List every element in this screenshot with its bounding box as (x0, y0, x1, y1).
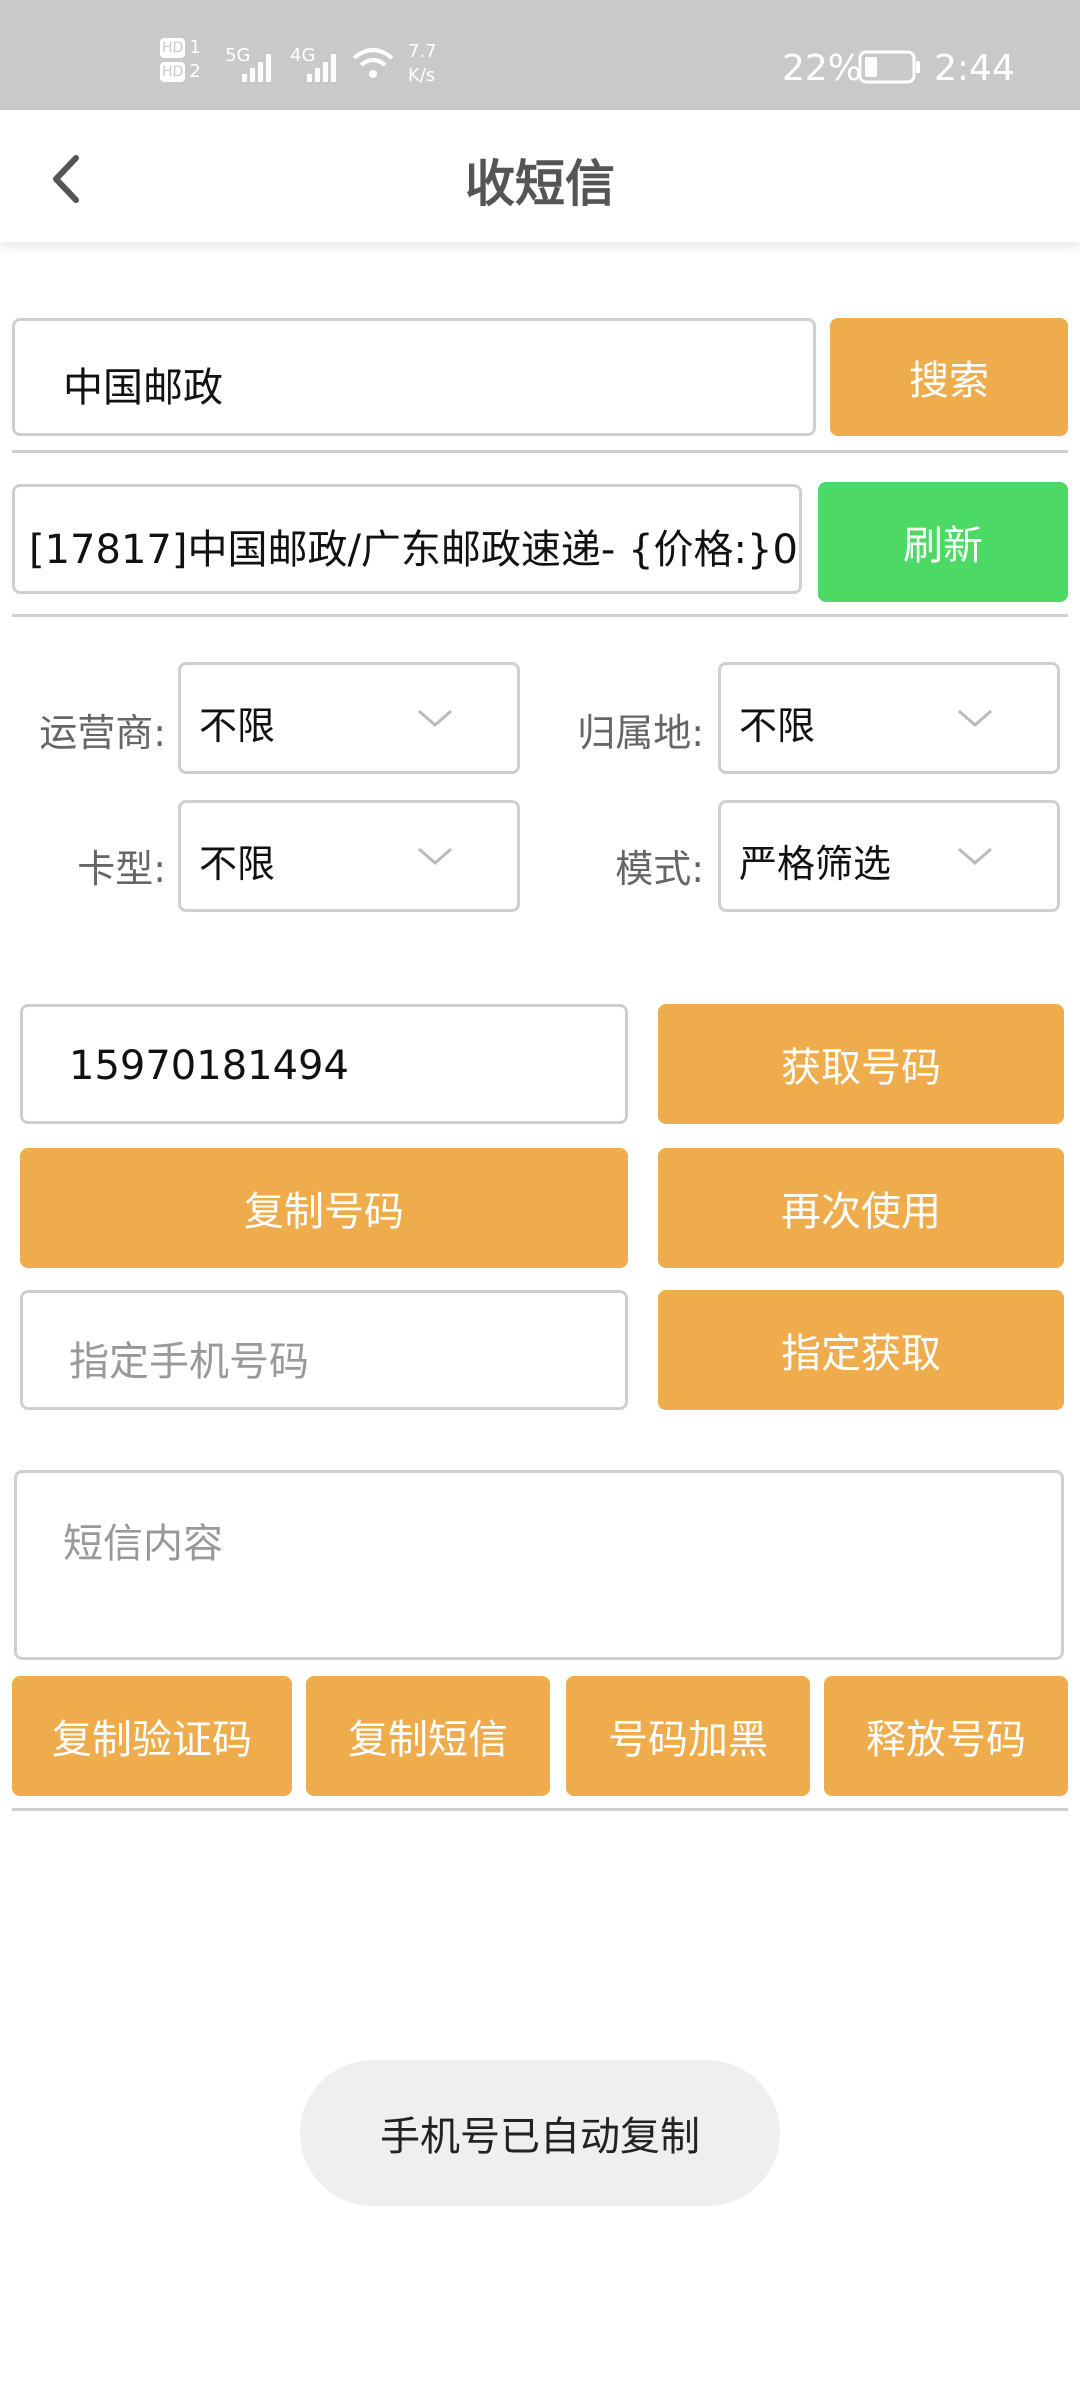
toast-message: 手机号已自动复制 (300, 2060, 780, 2206)
operator-label: 运营商: (39, 711, 166, 755)
search-input-value: 中国邮政 (63, 365, 223, 411)
net-speed-unit: K/s (408, 65, 436, 86)
battery-percent: 22% (782, 48, 863, 89)
card-type-select[interactable]: 不限 (178, 800, 520, 912)
chevron-down-icon (418, 709, 452, 727)
reuse-button[interactable]: 再次使用 (658, 1148, 1064, 1268)
sms-content-placeholder: 短信内容 (63, 1521, 223, 1567)
specify-phone-input[interactable]: 指定手机号码 (20, 1290, 628, 1410)
blacklist-number-button[interactable]: 号码加黑 (566, 1676, 810, 1796)
phone-number-value: 15970181494 (69, 1043, 349, 1089)
region-label: 归属地: (577, 711, 704, 755)
refresh-button[interactable]: 刷新 (818, 482, 1068, 602)
region-select-value: 不限 (739, 704, 816, 748)
release-number-button[interactable]: 释放号码 (824, 1676, 1068, 1796)
mode-label: 模式: (615, 847, 704, 891)
hd2-badge: HD (160, 62, 186, 82)
sim1-label: 1 (189, 37, 201, 58)
card-type-select-value: 不限 (199, 842, 276, 886)
signal-icon (242, 54, 271, 82)
search-button[interactable]: 搜索 (830, 318, 1068, 436)
region-select[interactable]: 不限 (718, 662, 1060, 774)
specify-phone-placeholder: 指定手机号码 (69, 1339, 309, 1385)
mode-select-value: 严格筛选 (739, 842, 892, 886)
clock: 2:44 (934, 48, 1015, 89)
operator-select-value: 不限 (199, 704, 276, 748)
signal-icon-2 (307, 54, 336, 82)
card-type-label: 卡型: (77, 847, 166, 891)
chevron-down-icon (958, 709, 992, 727)
copy-code-button[interactable]: 复制验证码 (12, 1676, 292, 1796)
copy-number-button[interactable]: 复制号码 (20, 1148, 628, 1268)
chevron-down-icon (418, 847, 452, 865)
operator-select[interactable]: 不限 (178, 662, 520, 774)
mode-select[interactable]: 严格筛选 (718, 800, 1060, 912)
battery-icon (858, 50, 920, 84)
copy-sms-button[interactable]: 复制短信 (306, 1676, 550, 1796)
get-number-button[interactable]: 获取号码 (658, 1004, 1064, 1124)
app-header: 收短信 (0, 110, 1080, 242)
project-select-value: [17817]中国邮政/广东邮政速递- {价格:}0. (29, 527, 799, 573)
net-speed-value: 7.7 (408, 41, 437, 62)
status-bar: HD 1 HD 2 5G 4G 7.7 K/s 22% 2:44 (0, 0, 1080, 110)
page-title: 收短信 (465, 155, 615, 213)
divider (12, 1808, 1068, 1811)
search-input[interactable]: 中国邮政 (12, 318, 816, 436)
sim-indicators: HD 1 HD 2 (160, 37, 201, 88)
specify-get-button[interactable]: 指定获取 (658, 1290, 1064, 1410)
hd1-badge: HD (160, 38, 186, 58)
phone-number-field[interactable]: 15970181494 (20, 1004, 628, 1124)
wifi-icon (352, 48, 394, 78)
divider (12, 450, 1068, 453)
project-select[interactable]: [17817]中国邮政/广东邮政速递- {价格:}0. (12, 484, 802, 594)
divider (12, 614, 1068, 617)
sim2-label: 2 (189, 61, 201, 82)
chevron-down-icon (958, 847, 992, 865)
sms-content-area[interactable]: 短信内容 (14, 1470, 1064, 1660)
